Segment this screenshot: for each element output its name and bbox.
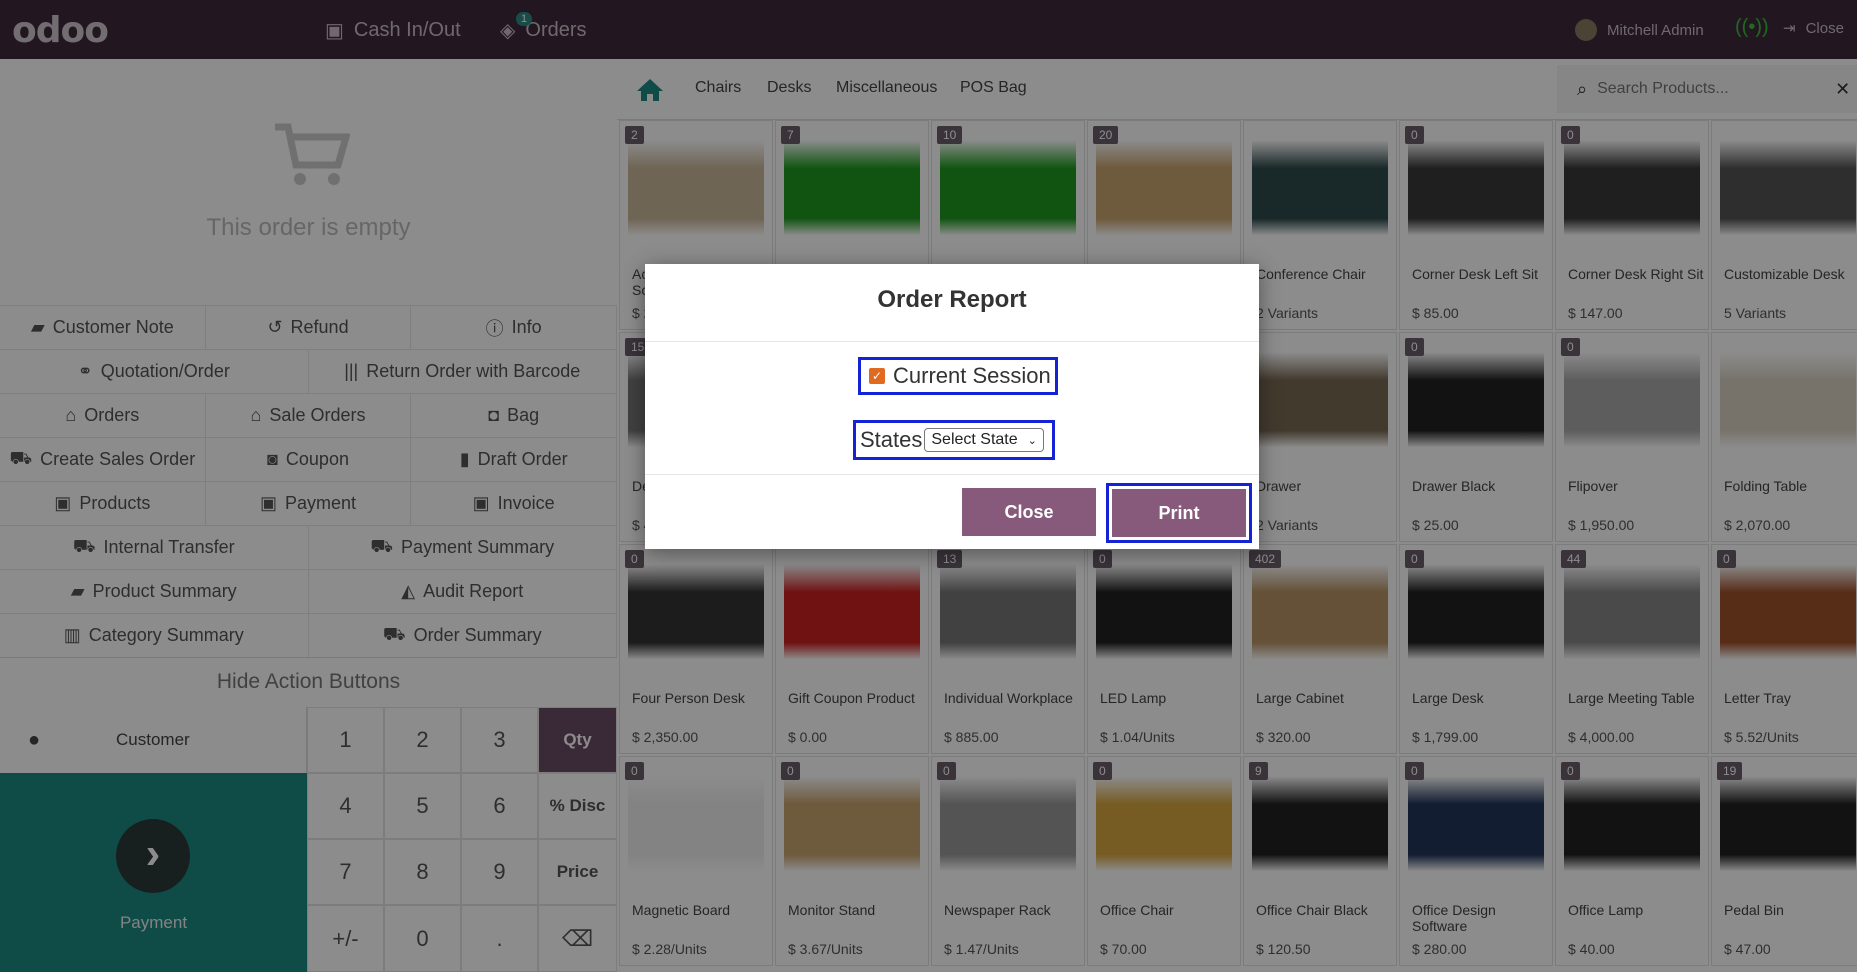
order-report-dialog: Order Report ✓ Current Session States Se… [645, 264, 1259, 549]
chevron-down-icon: ⌄ [1027, 434, 1037, 447]
states-label: States [860, 427, 923, 452]
states-field: States Select State ⌄ [853, 420, 1055, 460]
print-button-highlight: Print [1106, 483, 1252, 543]
checkmark-icon: ✓ [869, 368, 885, 384]
print-button[interactable]: Print [1112, 489, 1246, 537]
current-session-label: Current Session [893, 363, 1051, 388]
dialog-title: Order Report [877, 286, 1027, 313]
states-select[interactable]: Select State ⌄ [924, 428, 1044, 452]
divider [645, 341, 1259, 342]
close-button[interactable]: Close [962, 488, 1096, 536]
divider [645, 474, 1259, 475]
current-session-checkbox[interactable]: ✓ Current Session [858, 357, 1058, 395]
